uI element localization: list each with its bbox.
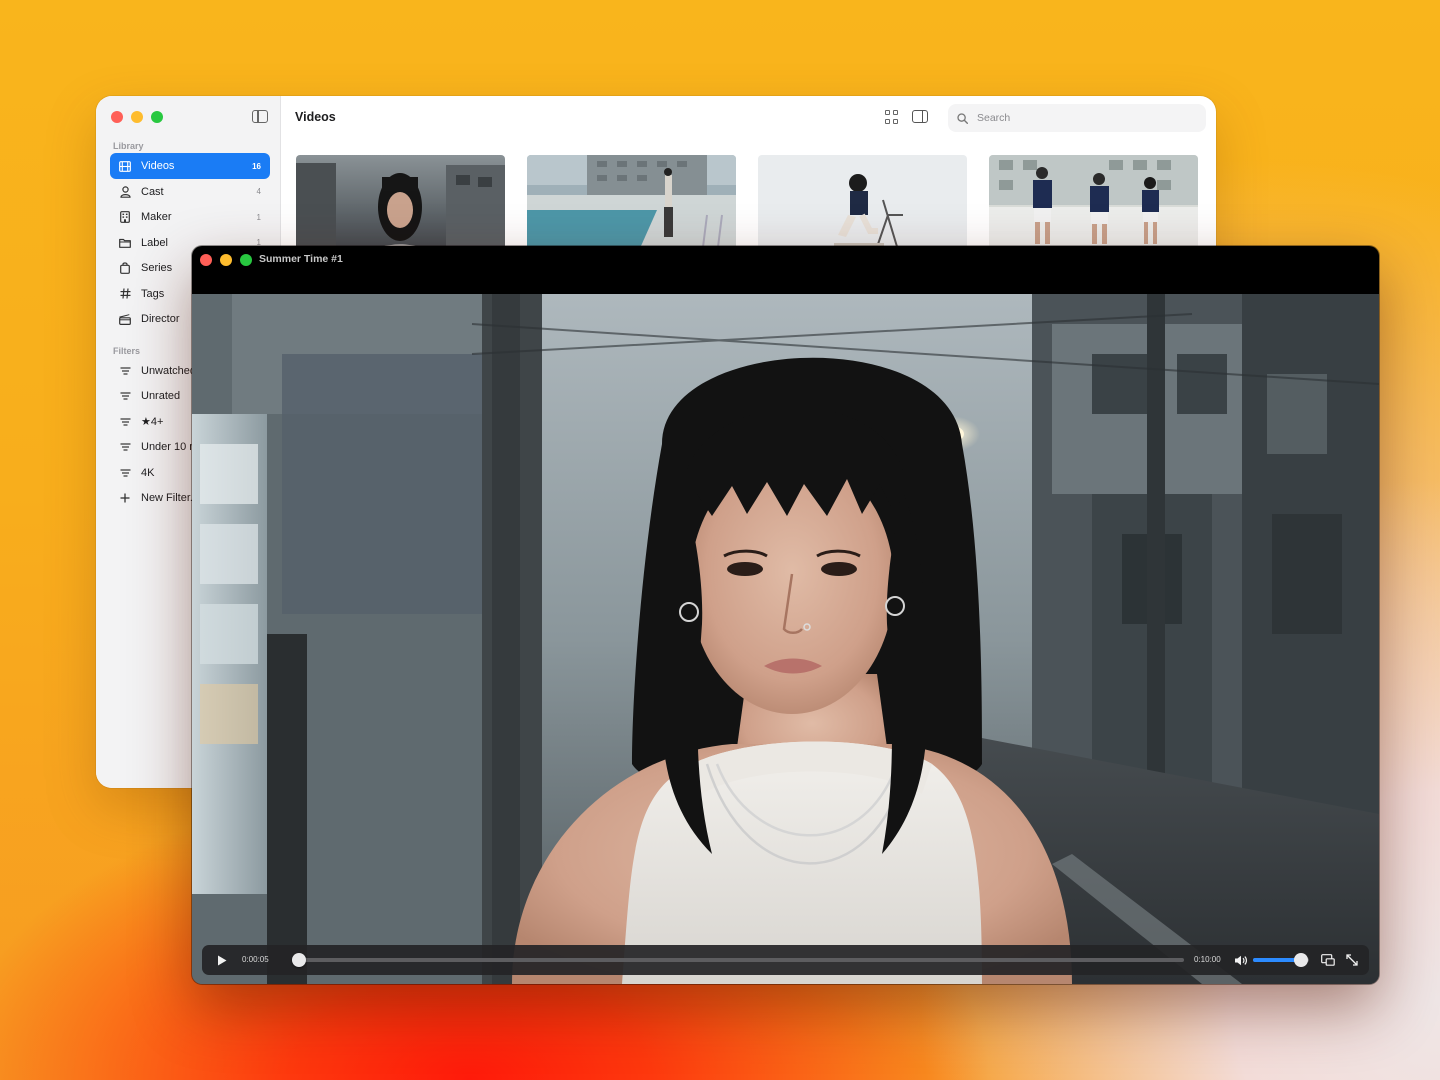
filter-label: New Filter... [141,492,200,505]
fullscreen-icon [1346,954,1358,966]
item-count: 16 [252,161,261,171]
speaker-icon [1235,955,1248,965]
thumbnail-image [527,155,736,255]
window-controls [111,111,163,123]
progress-bar[interactable] [292,953,1184,967]
play-icon [218,955,227,965]
filters-section-label: Filters [113,346,141,356]
folder-icon [119,237,131,249]
clapperboard-icon [119,313,131,325]
fullscreen-button[interactable] [1344,952,1360,968]
filter-label: 4K [141,466,155,479]
video-frame[interactable] [192,294,1379,984]
item-count: 4 [256,187,261,197]
pip-button[interactable] [1320,952,1336,968]
sidebar-item-label: Series [141,262,173,275]
building-icon [119,211,131,224]
player-window-controls [200,254,252,266]
sidebar-item-maker[interactable]: Maker 1 [110,205,270,231]
sidebar-toggle-icon[interactable] [252,110,268,123]
search-input[interactable] [975,111,1179,125]
filter-label: ★4+ [141,416,164,429]
sidebar-item-label: Director [141,313,180,326]
duration: 0:10:00 [1194,955,1221,964]
sidebar-item-label: Label [141,236,168,249]
player-close-button[interactable] [200,254,212,266]
pip-icon [1321,954,1335,966]
close-button[interactable] [111,111,123,123]
sidebar-item-label: Videos [141,160,175,172]
zoom-button[interactable] [151,111,163,123]
filter-icon [119,441,131,453]
person-icon [119,186,131,198]
thumbnail-image [296,155,505,255]
bag-icon [119,262,131,275]
grid-view-icon[interactable] [885,110,899,124]
player-window: Summer Time #1 0:00:05 0:10:00 [192,246,1379,984]
library-section-label: Library [113,141,144,151]
sidebar-item-videos[interactable]: Videos 16 [110,153,270,179]
search-icon [957,112,968,124]
filter-icon [119,416,131,428]
film-icon [119,160,131,172]
progress-knob[interactable] [292,953,307,967]
inspector-toggle-icon[interactable] [912,110,928,123]
mute-button[interactable] [1233,952,1249,968]
current-time: 0:00:05 [242,955,269,964]
thumbnail-image [989,155,1198,255]
video-thumbnail[interactable] [527,155,736,255]
play-button[interactable] [214,952,230,968]
sidebar-item-cast[interactable]: Cast 4 [110,179,270,205]
player-title: Summer Time #1 [259,253,343,265]
filter-label: Unwatched [141,364,197,377]
volume-knob[interactable] [1294,953,1309,967]
sidebar-item-label: Maker [141,211,172,224]
filter-icon [119,467,131,479]
video-thumbnail[interactable] [296,155,505,255]
filter-icon [119,390,131,402]
filter-label: Unrated [141,390,181,403]
hash-icon [119,288,131,300]
video-thumbnail[interactable] [758,155,967,255]
volume-slider[interactable] [1253,953,1309,967]
thumbnail-image [758,155,967,255]
video-thumbnail[interactable] [989,155,1198,255]
playback-controls: 0:00:05 0:10:00 [202,945,1369,975]
search-field[interactable] [948,104,1206,132]
video-image [192,294,1379,984]
player-zoom-button[interactable] [240,254,252,266]
page-title: Videos [295,110,336,124]
plus-icon [119,492,131,504]
sidebar-item-label: Cast [141,185,164,198]
player-minimize-button[interactable] [220,254,232,266]
sidebar-item-label: Tags [141,287,165,300]
filter-icon [119,365,131,377]
item-count: 1 [256,212,261,222]
minimize-button[interactable] [131,111,143,123]
